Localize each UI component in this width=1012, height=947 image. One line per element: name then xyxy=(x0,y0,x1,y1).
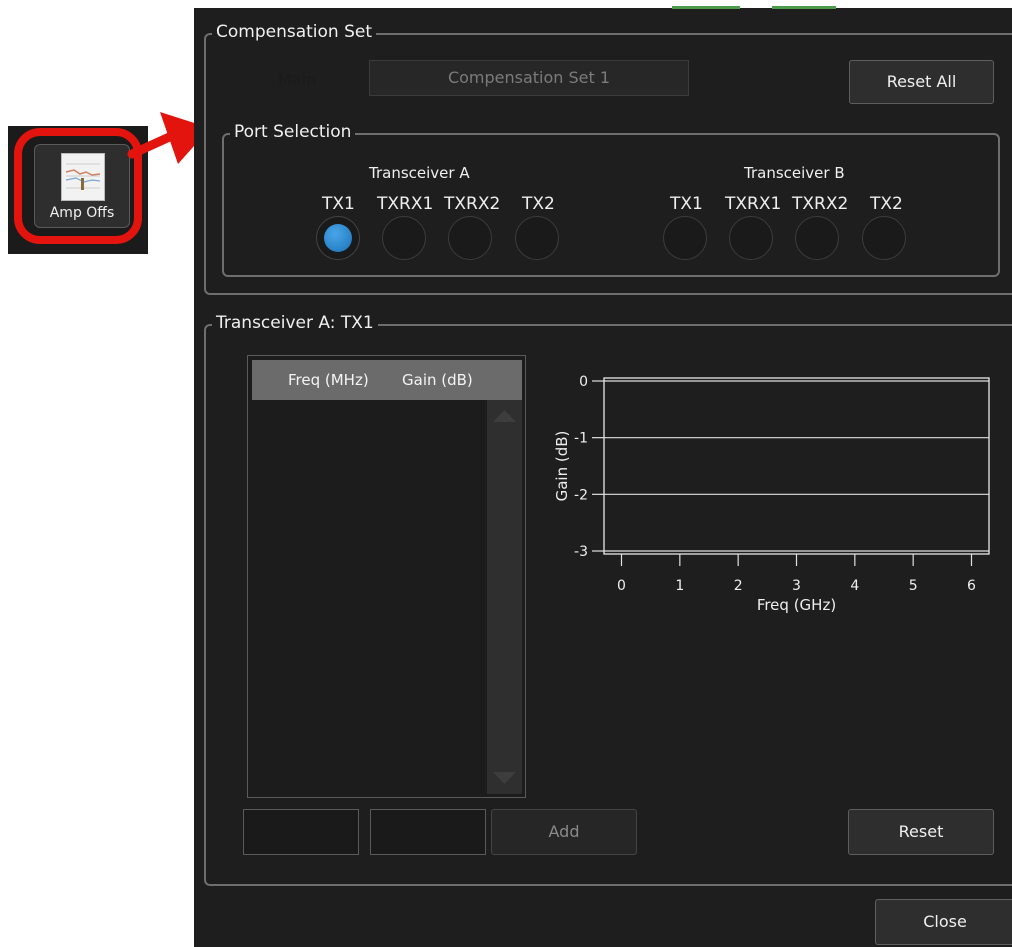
compensation-set-name-field[interactable]: Compensation Set 1 xyxy=(369,60,689,96)
transceiver-b-label: Transceiver B xyxy=(744,164,845,182)
port-b-tx1-label: TX1 xyxy=(670,194,703,214)
x-tick-label: 5 xyxy=(909,578,918,594)
tab-indicator xyxy=(672,6,740,9)
main-label: Main xyxy=(278,70,317,89)
port-a-txrx2-radio[interactable] xyxy=(448,216,492,260)
gain-input[interactable] xyxy=(370,809,486,855)
tab-indicator xyxy=(772,6,836,9)
port-b-tx2-label: TX2 xyxy=(870,194,903,214)
column-header-freq: Freq (MHz) xyxy=(288,371,369,389)
y-tick-label: 0 xyxy=(579,374,588,390)
reset-all-button[interactable]: Reset All xyxy=(849,60,994,104)
port-b-txrx1-radio[interactable] xyxy=(729,216,773,260)
transceiver-a-label: Transceiver A xyxy=(369,164,470,182)
x-tick-label: 4 xyxy=(850,578,859,594)
x-tick-label: 6 xyxy=(967,578,976,594)
x-tick-label: 3 xyxy=(792,578,801,594)
port-a-txrx2-label: TXRX2 xyxy=(444,194,501,214)
y-tick-label: -1 xyxy=(574,431,588,447)
y-tick-label: -2 xyxy=(574,487,588,503)
amp-offsets-dialog: Compensation Set Main Compensation Set 1… xyxy=(194,0,1012,947)
port-b-txrx2-radio[interactable] xyxy=(795,216,839,260)
x-tick-label: 0 xyxy=(617,578,626,594)
x-axis-label: Freq (GHz) xyxy=(757,596,836,614)
port-b-tx1-radio[interactable] xyxy=(663,216,707,260)
add-button[interactable]: Add xyxy=(491,809,637,855)
port-a-tx2-label: TX2 xyxy=(522,194,555,214)
port-a-tx2-radio[interactable] xyxy=(515,216,559,260)
compensation-set-title: Compensation Set xyxy=(212,22,377,42)
port-selection-title: Port Selection xyxy=(230,122,356,142)
top-edge xyxy=(194,0,1012,8)
y-tick-label: -3 xyxy=(574,544,588,560)
freq-input[interactable] xyxy=(243,809,359,855)
table-scrollbar[interactable] xyxy=(487,400,522,794)
y-axis-label: Gain (dB) xyxy=(553,431,571,502)
scroll-up-arrow-icon xyxy=(493,410,516,422)
port-b-txrx1-label: TXRX1 xyxy=(725,194,782,214)
x-tick-label: 1 xyxy=(675,578,684,594)
x-tick-label: 2 xyxy=(734,578,743,594)
port-a-tx1-radio[interactable] xyxy=(316,216,360,260)
highlight-ring xyxy=(14,128,142,244)
plot-area xyxy=(603,377,990,555)
port-a-tx1-label: TX1 xyxy=(322,194,355,214)
column-header-gain: Gain (dB) xyxy=(402,371,473,389)
port-a-txrx1-label: TXRX1 xyxy=(377,194,434,214)
port-b-txrx2-label: TXRX2 xyxy=(792,194,849,214)
table-header: Freq (MHz) Gain (dB) xyxy=(252,360,522,400)
port-a-txrx1-radio[interactable] xyxy=(382,216,426,260)
gain-chart: 0 -1 -2 -3 0 1 2 3 4 5 6 Freq (GHz) Gain (dB) xyxy=(553,374,990,614)
scroll-down-arrow-icon xyxy=(493,772,516,784)
reset-button[interactable]: Reset xyxy=(848,809,994,855)
port-b-tx2-radio[interactable] xyxy=(862,216,906,260)
close-button[interactable]: Close xyxy=(875,899,1012,945)
compensation-table[interactable]: Freq (MHz) Gain (dB) xyxy=(247,355,526,798)
port-compensation-title: Transceiver A: TX1 xyxy=(212,313,378,333)
